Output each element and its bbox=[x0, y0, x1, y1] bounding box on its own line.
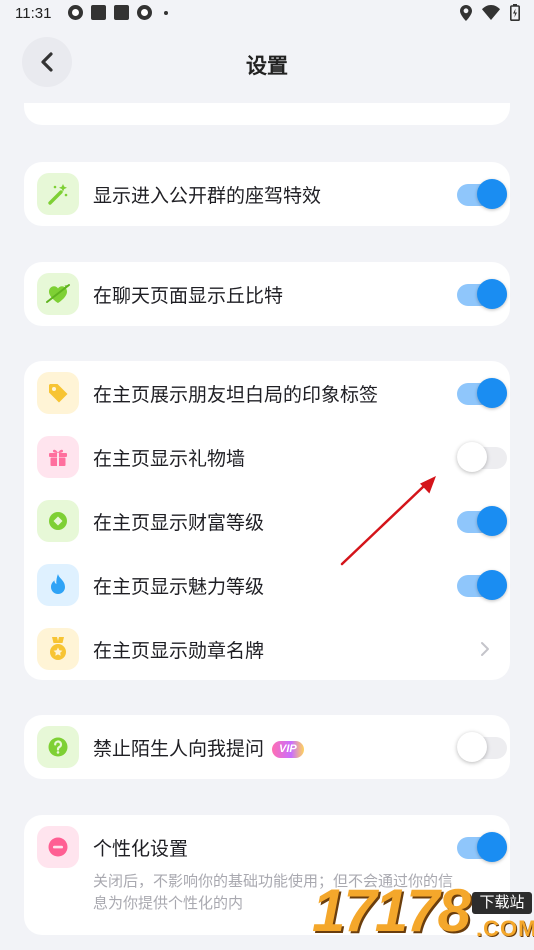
watermark-tag: 下载站 bbox=[472, 892, 532, 914]
annotation-arrow bbox=[340, 476, 436, 566]
site-watermark: 17178 下载站 .COM bbox=[300, 877, 534, 950]
watermark-number: 17178 bbox=[312, 877, 471, 944]
watermark-domain: .COM bbox=[476, 916, 534, 941]
